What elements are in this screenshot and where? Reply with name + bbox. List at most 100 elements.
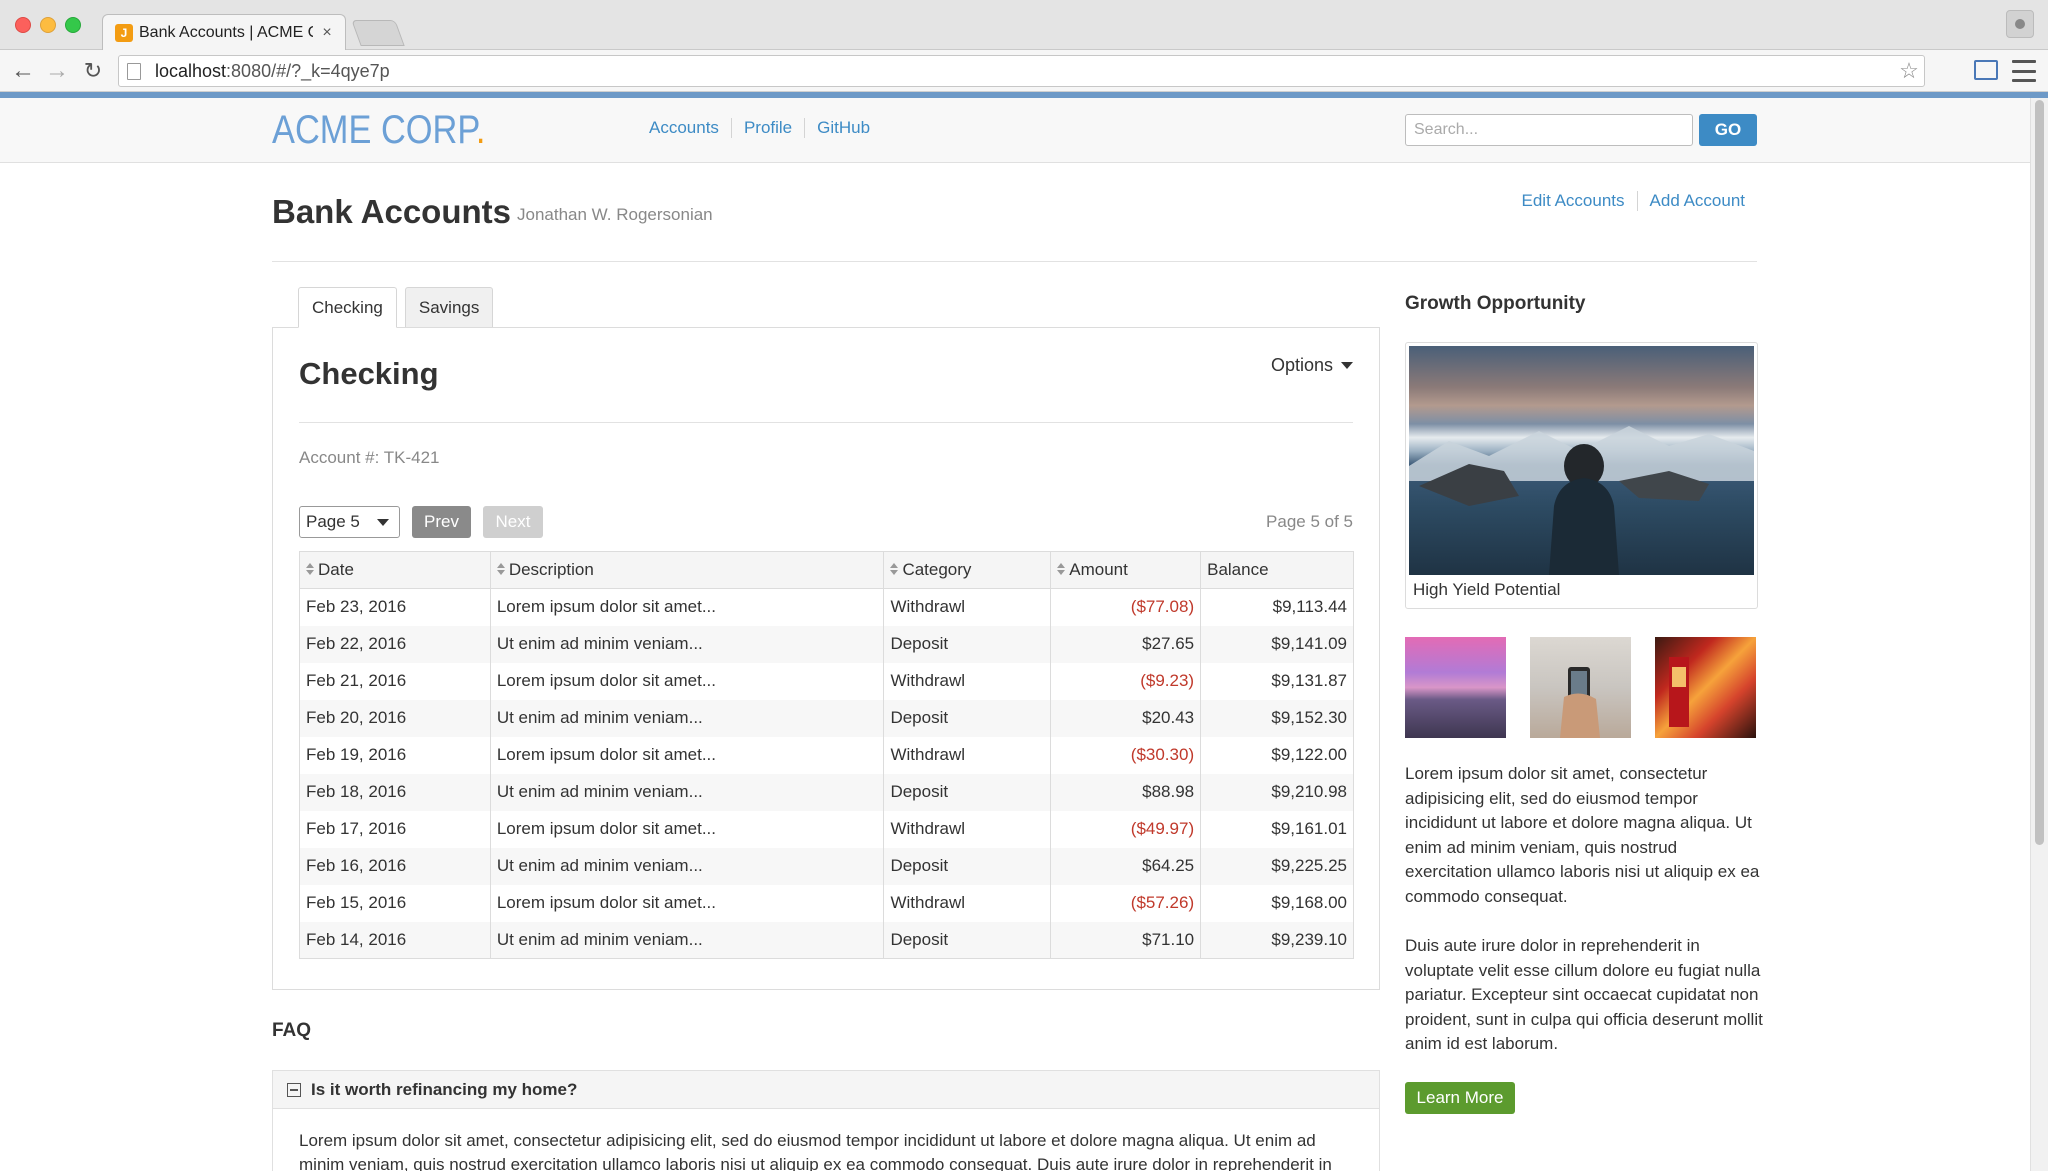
bookmark-star-icon[interactable]: ☆ [1894,58,1924,84]
table-row: Feb 23, 2016 Lorem ipsum dolor sit amet..… [299,588,1354,626]
cell-amount: $27.65 [1050,625,1202,663]
cell-date: Feb 22, 2016 [299,625,491,663]
thumbnail-pier[interactable] [1405,637,1506,738]
learn-more-button[interactable]: Learn More [1405,1082,1515,1114]
cast-icon[interactable] [1974,60,1998,80]
page-icon [127,62,141,80]
cell-category: Deposit [883,773,1052,811]
url-text: localhost:8080/#/?_k=4qye7p [155,60,390,81]
cell-amount: $20.43 [1050,699,1202,737]
nav-profile[interactable]: Profile [730,118,804,138]
maximize-window-button[interactable] [65,17,81,33]
column-header-amount[interactable]: Amount [1050,551,1202,589]
feature-card[interactable]: High Yield Potential [1405,342,1758,609]
sort-icon [497,563,505,575]
page-select[interactable]: Page 5 [299,506,400,538]
back-icon[interactable]: ← [8,56,38,86]
divider [299,422,1353,423]
table-row: Feb 18, 2016 Ut enim ad minim veniam... De… [299,773,1354,811]
close-window-button[interactable] [15,17,31,33]
tab-title: Bank Accounts | ACME Cor [139,24,313,41]
cell-date: Feb 16, 2016 [299,847,491,885]
table-row: Feb 17, 2016 Lorem ipsum dolor sit amet..… [299,810,1354,848]
cell-amount: $64.25 [1050,847,1202,885]
account-panel: Checking Options Account #: TK-421 Page … [272,327,1380,990]
cell-amount: ($30.30) [1050,736,1202,774]
cell-description: Ut enim ad minim veniam... [490,847,885,885]
cell-description: Ut enim ad minim veniam... [490,625,885,663]
reload-icon[interactable]: ↻ [78,56,108,86]
page-content: ACME CORP. Accounts Profile GitHub GO Ba… [0,98,2030,1171]
table-header-row: Date Description Category Amount Balance [299,551,1354,589]
thumbnail-phone[interactable] [1530,637,1631,738]
faq-question[interactable]: Is it worth refinancing my home? [272,1070,1380,1109]
column-header-category[interactable]: Category [883,551,1052,589]
options-dropdown[interactable]: Options [1271,355,1353,376]
cell-category: Deposit [883,847,1052,885]
title-actions: Edit Accounts Add Account [1510,191,1757,211]
browser-tab[interactable]: J Bank Accounts | ACME Cor × [102,14,346,51]
scrollbar-thumb[interactable] [2035,100,2044,845]
cell-description: Lorem ipsum dolor sit amet... [490,588,885,626]
cell-category: Deposit [883,699,1052,737]
cell-category: Deposit [883,921,1052,959]
browser-toolbar: ← → ↻ localhost:8080/#/?_k=4qye7p ☆ [0,50,2048,92]
cell-description: Ut enim ad minim veniam... [490,773,885,811]
cell-date: Feb 21, 2016 [299,662,491,700]
search-go-button[interactable]: GO [1699,114,1757,146]
cell-amount: $88.98 [1050,773,1202,811]
prev-page-button[interactable]: Prev [412,506,471,538]
cell-balance: $9,131.87 [1271,671,1347,690]
tab-checking[interactable]: Checking [298,287,397,328]
site-header: ACME CORP. Accounts Profile GitHub GO [0,98,2030,163]
column-header-date[interactable]: Date [299,551,491,589]
add-account-link[interactable]: Add Account [1636,191,1757,211]
divider [272,261,1757,262]
page-indicator: Page 5 of 5 [1266,512,1353,531]
favicon-icon: J [115,24,133,42]
table-row: Feb 21, 2016 Lorem ipsum dolor sit amet..… [299,662,1354,700]
cell-date: Feb 18, 2016 [299,773,491,811]
cell-date: Feb 14, 2016 [299,921,491,959]
cell-category: Deposit [883,625,1052,663]
new-tab-button[interactable] [351,20,405,46]
cell-category: Withdrawl [883,810,1052,848]
cell-description: Ut enim ad minim veniam... [490,699,885,737]
search-input[interactable] [1405,114,1693,146]
thumbnail-gallery [1405,637,1780,738]
caret-down-icon [1341,362,1353,369]
forward-icon[interactable]: → [42,56,72,86]
cell-amount: ($77.08) [1050,588,1202,626]
cell-date: Feb 20, 2016 [299,699,491,737]
account-tabs: Checking Savings [298,287,501,328]
close-tab-icon[interactable]: × [319,24,335,42]
thumbnail-phone-booth[interactable] [1655,637,1756,738]
minimize-window-button[interactable] [40,17,56,33]
sidebar-paragraph: Duis aute irure dolor in reprehenderit i… [1405,936,1763,1053]
browser-menu-icon[interactable] [2012,60,2036,82]
table-row: Feb 14, 2016 Ut enim ad minim veniam... De… [299,921,1354,959]
cell-category: Withdrawl [883,884,1052,922]
cell-description: Lorem ipsum dolor sit amet... [490,736,885,774]
cell-category: Withdrawl [883,662,1052,700]
faq-answer: Lorem ipsum dolor sit amet, consectetur … [272,1109,1380,1171]
edit-accounts-link[interactable]: Edit Accounts [1510,191,1637,211]
sidebar-text: Lorem ipsum dolor sit amet, consectetur … [1405,762,1763,1082]
cell-date: Feb 23, 2016 [299,588,491,626]
next-page-button[interactable]: Next [483,506,543,538]
cell-balance: $9,122.00 [1271,745,1347,764]
logo[interactable]: ACME CORP. [272,108,485,153]
page-scrollbar[interactable] [2030,98,2048,1171]
address-bar[interactable]: localhost:8080/#/?_k=4qye7p ☆ [118,55,1925,87]
cell-balance: $9,152.30 [1271,708,1347,727]
cell-balance: $9,113.44 [1272,597,1347,617]
nav-github[interactable]: GitHub [804,118,882,138]
cell-amount: $71.10 [1050,921,1202,959]
profile-icon[interactable] [2006,10,2034,38]
nav-accounts[interactable]: Accounts [649,118,731,138]
feature-image [1409,346,1754,575]
tab-savings[interactable]: Savings [404,287,494,328]
cell-balance: $9,225.25 [1271,856,1347,875]
column-header-description[interactable]: Description [490,551,885,589]
cell-amount: ($57.26) [1050,884,1202,922]
